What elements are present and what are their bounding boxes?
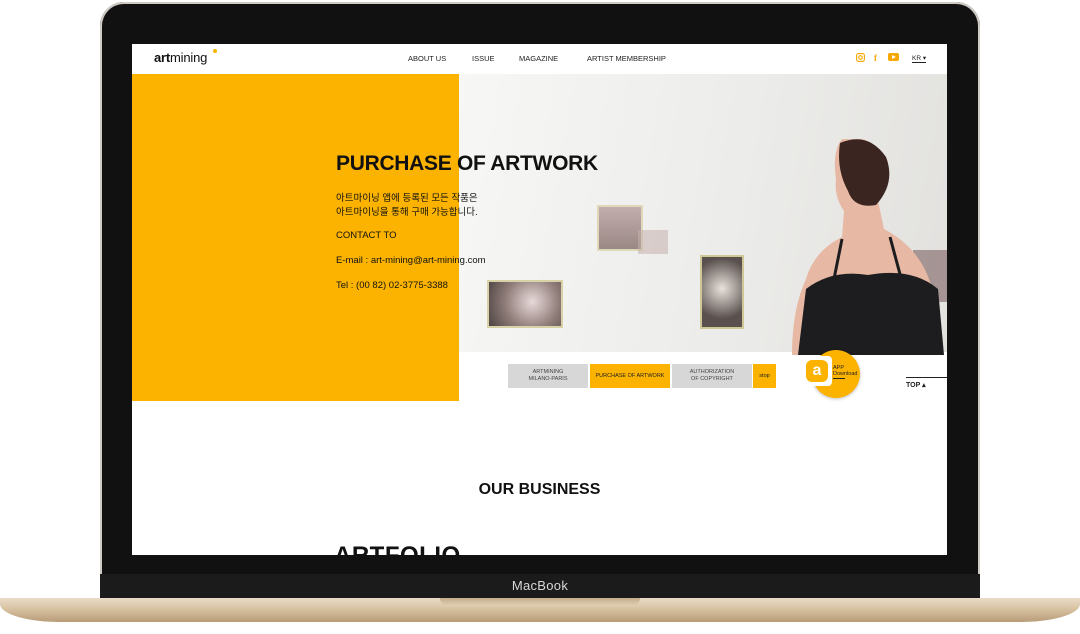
tab-purchase-of-artwork[interactable]: PURCHASE OF ARTWORK (590, 364, 670, 388)
youtube-icon[interactable] (888, 53, 899, 61)
contact-heading: CONTACT TO (336, 230, 397, 241)
tab-authorization-of-copyright[interactable]: AUTHORIZATION OF COPYRIGHT (672, 364, 752, 388)
hero-description-line2: 아트마이닝을 통해 구매 가능합니다. (336, 207, 478, 218)
hero-title: PURCHASE OF ARTWORK (336, 152, 598, 175)
business-item-title: ARTFOLIO (334, 542, 461, 555)
contact-email[interactable]: E-mail : art-mining@art-mining.com (336, 255, 486, 266)
site-logo[interactable]: artmining (154, 50, 207, 65)
scroll-top-button[interactable]: TOP ▴ (906, 381, 926, 389)
gallery-painting (487, 280, 563, 328)
nav-issue[interactable]: ISSUE (472, 54, 495, 63)
woman-photo (792, 139, 944, 355)
app-download-label[interactable]: APP Download (833, 365, 857, 377)
device-label: MacBook (511, 578, 569, 593)
nav-about-us[interactable]: ABOUT US (408, 54, 446, 63)
tab-artmining-milano-paris[interactable]: ARTMINING MILANO-PARIS (508, 364, 588, 388)
slider-stop-button[interactable]: stop (753, 364, 776, 388)
nav-magazine[interactable]: MAGAZINE (519, 54, 558, 63)
hero-description-line1: 아트마이닝 앱에 등록된 모든 작품은 (336, 193, 478, 204)
gallery-painting (638, 230, 668, 254)
laptop-notch (440, 598, 640, 606)
instagram-icon[interactable] (856, 53, 865, 62)
gallery-painting (597, 205, 643, 251)
website-screen: artmining ABOUT US ISSUE MAGAZINE ARTIST… (132, 44, 947, 555)
arrow-icon (833, 378, 845, 379)
nav-artist-membership[interactable]: ARTIST MEMBERSHIP (587, 54, 666, 63)
language-select[interactable]: KR ▾ (912, 54, 927, 63)
facebook-icon[interactable]: f (874, 53, 877, 63)
section-title: OUR BUSINESS (478, 481, 601, 498)
logo-dot (213, 49, 217, 53)
top-divider (906, 377, 947, 378)
site-header: artmining ABOUT US ISSUE MAGAZINE ARTIST… (132, 44, 947, 74)
app-icon: a (806, 360, 828, 382)
contact-tel[interactable]: Tel : (00 82) 02-3775-3388 (336, 280, 448, 291)
gallery-painting (700, 255, 744, 329)
laptop-frame: MacBook artmining ABOUT US ISSUE MAGAZIN… (0, 0, 1080, 634)
hero-yellow-panel (132, 74, 459, 401)
